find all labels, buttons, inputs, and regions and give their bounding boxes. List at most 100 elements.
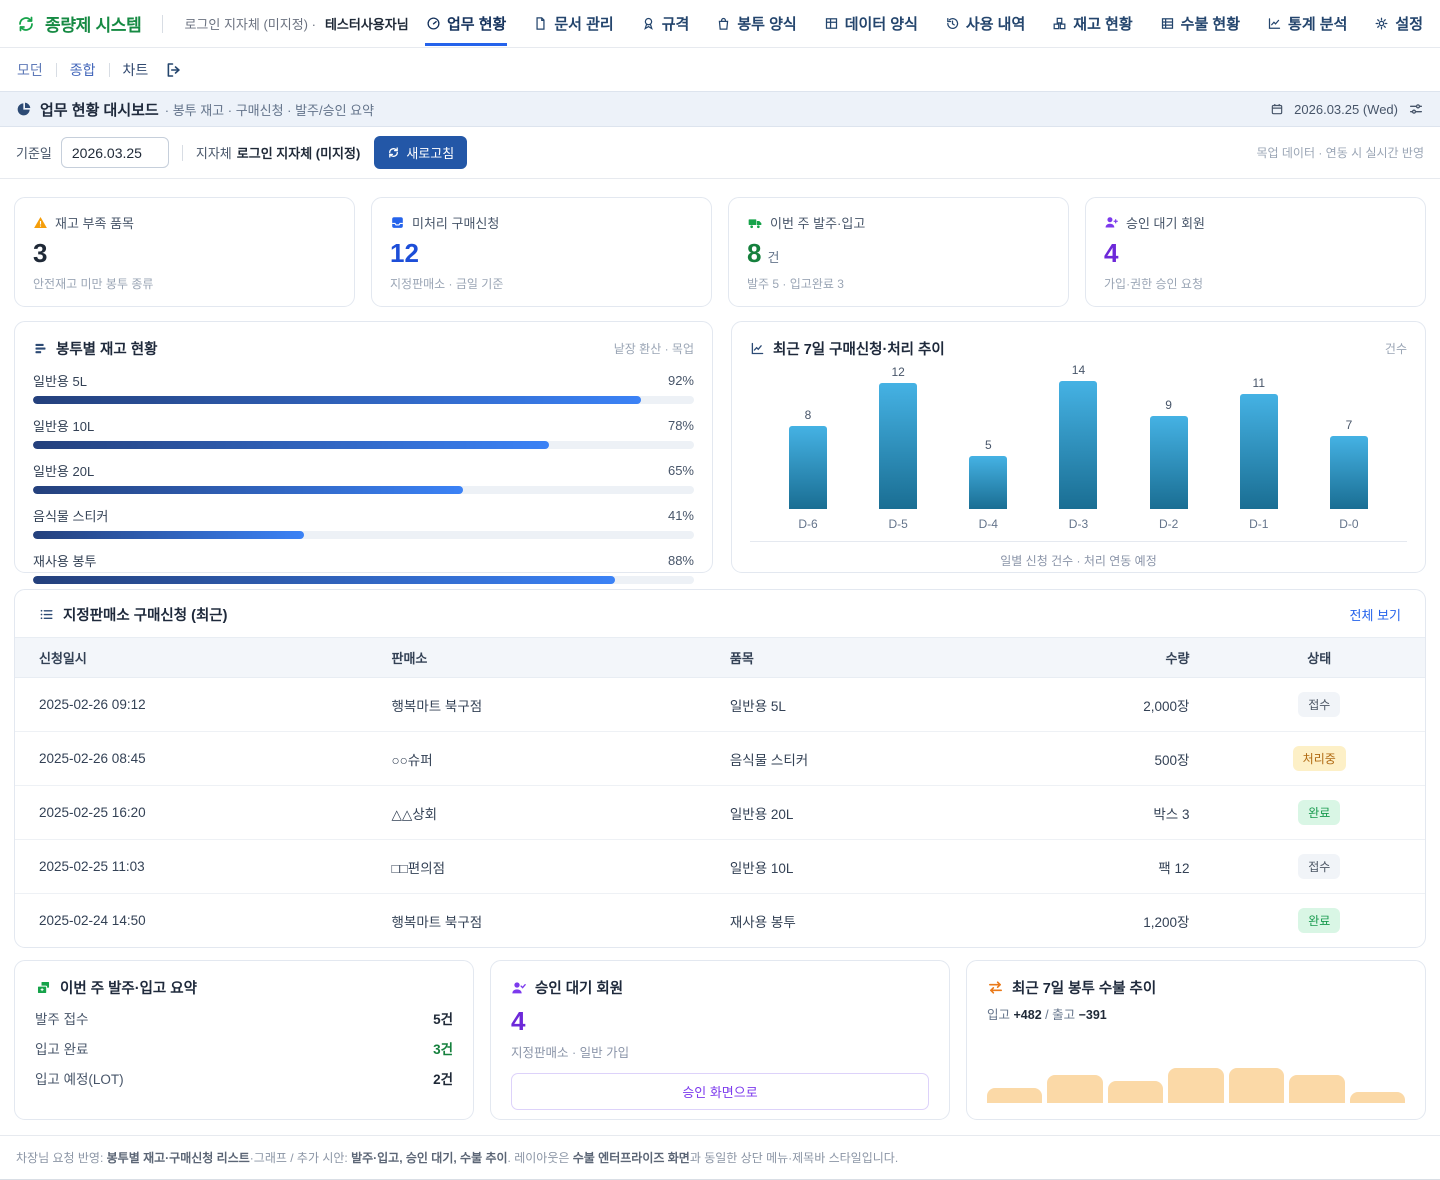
summary-row: 입고 완료3건 [35,1038,453,1058]
unit-label: 건수 [1385,340,1407,357]
panel-title: 최근 7일 구매신청·처리 추이 [773,338,945,359]
base-date-input[interactable] [61,137,169,168]
nav-item-documents[interactable]: 문서 관리 [532,1,614,46]
nav-item-inventory[interactable]: 재고 현황 [1051,1,1133,46]
nav-item-data-forms[interactable]: 데이터 양식 [823,1,919,46]
login-org-text: 로그인 지자체 (미지정) · [184,14,315,33]
summary-label: 발주 접수 [35,1008,88,1028]
kpi-card-weekly-orders: 이번 주 발주·입고 8건 발주 5 · 입고완료 3 [728,197,1069,307]
cell-store: 행복마트 북구점 [368,678,706,732]
nav-item-usage-history[interactable]: 사용 내역 [944,1,1026,46]
view-all-link[interactable]: 전체 보기 [1350,605,1401,624]
summary-label: 입고 완료 [35,1038,88,1058]
cell-qty: 박스 3 [1016,786,1213,840]
mini-bar [1108,1081,1163,1103]
stock-pct: 65% [668,463,694,478]
bar-column: 5D-4 [958,363,1018,531]
divider [182,145,183,161]
nav-item-settings[interactable]: 설정 [1373,1,1424,46]
inbox-icon [390,215,405,230]
sliders-icon[interactable] [1408,101,1424,117]
brand: 종량제 시스템 로그인 지자체 (미지정) · 테스터사용자님 [16,11,409,36]
view-link-chart[interactable]: 차트 [123,60,149,80]
stock-pct: 92% [668,373,694,388]
kpi-unit: 건 [767,247,779,266]
cell-datetime: 2025-02-26 08:45 [15,732,368,786]
refresh-icon [387,146,400,159]
nav-item-specs[interactable]: 규격 [640,1,691,46]
flow-summary: 입고 +482 / 출고 −391 [987,1004,1405,1023]
nav-item-statistics[interactable]: 통계 분석 [1266,1,1348,46]
nav-label: 수불 현황 [1181,13,1240,34]
refresh-button[interactable]: 새로고침 [374,136,467,169]
pie-chart-icon [16,101,32,117]
truck-icon [747,215,763,231]
bar-column: 12 D-5 [868,363,928,531]
outflow-label: 출고 [1052,1008,1075,1022]
bar-value: 11 [1253,376,1265,390]
progress-track [33,576,694,584]
stock-pct: 78% [668,418,694,433]
cell-store: 행복마트 북구점 [368,894,706,948]
summary-label: 입고 예정(LOT) [35,1068,124,1088]
pending-approval-card: 승인 대기 회원 4 지정판매소 · 일반 가입 승인 화면으로 [490,960,950,1120]
footnote-text-bold: 봉투별 재고·구매신청 리스트 [107,1151,250,1165]
chart-caption: 일별 신청 건수 · 처리 연동 예정 [750,542,1407,569]
nav-label: 문서 관리 [554,13,613,34]
stock-row: 일반용 5L92% [33,371,694,404]
inflow-value: +482 [1014,1008,1042,1022]
nav-item-work-status[interactable]: 업무 현황 [425,1,507,46]
cell-item: 음식물 스티커 [706,732,1016,786]
cell-store: △△상회 [368,786,706,840]
nav-item-ledger[interactable]: 수불 현황 [1159,1,1241,46]
bar [1150,416,1188,509]
bar-value: 8 [805,408,812,422]
kpi-sub: 안전재고 미만 봉투 종류 [33,275,336,292]
bar-column: 14D-3 [1048,363,1108,531]
purchase-requests-table: 신청일시 판매소 품목 수량 상태 2025-02-26 09:12 행복마트 … [15,637,1425,947]
progress-fill [33,576,615,584]
table-row: 2025-02-25 11:03 □□편의점 일반용 10L 팩 12 접수 [15,840,1425,894]
col-header-qty: 수량 [1016,638,1213,678]
bar-value: 12 [891,365,904,379]
stock-label: 일반용 10L [33,416,94,435]
card-title: 최근 7일 봉투 수불 추이 [1012,977,1156,998]
bar-value: 5 [985,438,992,452]
bar-column: 9D-2 [1139,363,1199,531]
cell-qty: 1,200장 [1016,894,1213,948]
page-title-bar: 업무 현황 대시보드 · 봉투 재고 · 구매신청 · 발주/승인 요약 202… [0,91,1440,127]
bar-category: D-6 [798,517,817,531]
list-icon [39,607,54,622]
col-header-status: 상태 [1213,638,1425,678]
footnote-text-bold: 수불 엔터프라이즈 화면 [573,1151,690,1165]
kpi-sub: 지정판매소 · 금일 기준 [390,275,693,292]
panel-title: 봉투별 재고 현황 [56,338,157,359]
summary-value: 2건 [433,1068,453,1088]
bar-category: D-5 [888,517,907,531]
cell-qty: 팩 12 [1016,840,1213,894]
bar-value: 9 [1165,398,1172,412]
gauge-icon [426,16,441,31]
cell-datetime: 2025-02-25 16:20 [15,786,368,840]
recycle-icon [16,14,36,34]
nav-label: 통계 분석 [1288,13,1347,34]
table-row: 2025-02-26 09:12 행복마트 북구점 일반용 5L 2,000장 … [15,678,1425,732]
mini-bar [987,1088,1042,1103]
cell-qty: 2,000장 [1016,678,1213,732]
nav-item-bag-forms[interactable]: 봉투 양식 [715,1,797,46]
view-switcher: 모던 종합 차트 [0,48,1440,91]
kpi-label: 재고 부족 품목 [55,213,134,232]
table-header-row: 신청일시 판매소 품목 수량 상태 [15,638,1425,678]
view-link-combined[interactable]: 종합 [70,60,96,80]
stock-row: 재사용 봉투88% [33,551,694,584]
kpi-row: 재고 부족 품목 3 안전재고 미만 봉투 종류 미처리 구매신청 12 지정판… [14,197,1426,307]
go-to-approval-button[interactable]: 승인 화면으로 [511,1073,929,1110]
footnote-text: 차장님 요청 반영: [16,1151,107,1165]
charts-row: 봉투별 재고 현황 낱장 환산 · 목업 일반용 5L92% 일반용 10L78… [14,321,1426,573]
card-title: 승인 대기 회원 [535,977,623,998]
divider [109,63,110,77]
view-link-modern[interactable]: 모던 [17,60,43,80]
logout-icon[interactable] [165,61,183,79]
stock-row: 일반용 10L 78% [33,416,694,449]
org-value: 로그인 지자체 (미지정) [237,143,361,162]
